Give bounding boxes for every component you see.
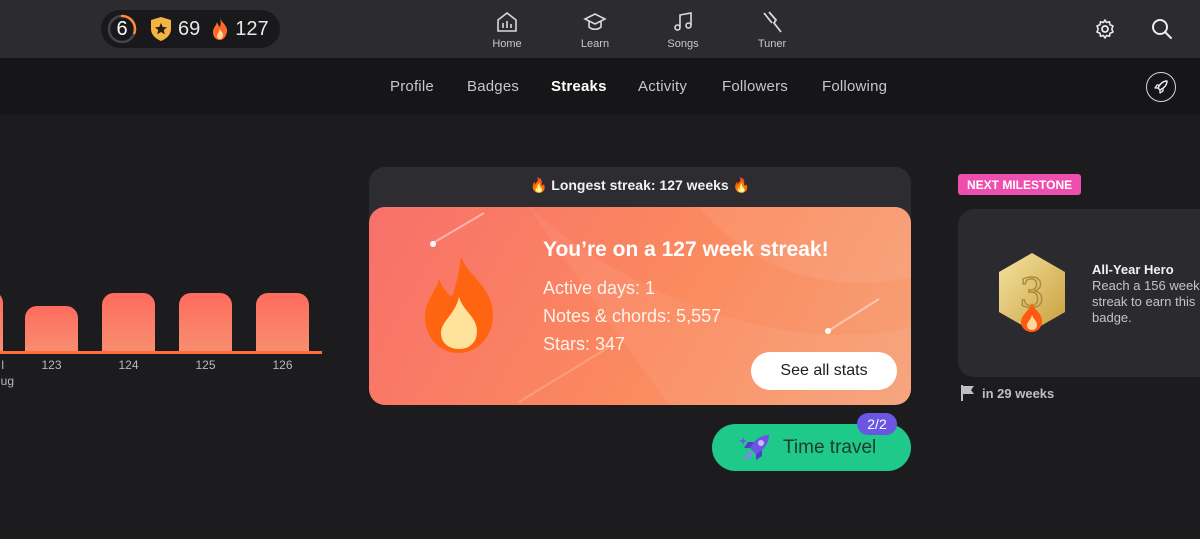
current-streak-panel: You’re on a 127 week streak! Active days… — [369, 207, 911, 405]
streak-count: 127 — [235, 17, 269, 40]
chart-month-partial: ug — [0, 374, 14, 388]
badge-shield-icon — [151, 17, 171, 41]
flag-icon — [961, 385, 974, 401]
chart-axis-line — [0, 351, 322, 354]
nav-learn[interactable]: Learn — [565, 10, 625, 50]
chart-tick-124: 124 — [118, 358, 139, 372]
longest-streak-text: Longest streak: 127 weeks — [551, 177, 729, 193]
top-bar: 6 69 127 Home Learn Songs Tuner — [0, 0, 1200, 58]
milestone-title: All-Year Hero — [1092, 262, 1174, 277]
share-button[interactable] — [1146, 72, 1176, 102]
hexagon-badge-icon: 3 — [999, 253, 1065, 332]
milestone-description: Reach a 156 week streak to earn this bad… — [1092, 278, 1200, 325]
streak-flame-icon — [213, 18, 228, 40]
chart-bar-126[interactable] — [256, 293, 309, 351]
tab-following[interactable]: Following — [822, 78, 887, 95]
rocket-share-icon — [1154, 80, 1168, 94]
chart-bar-124[interactable] — [102, 293, 155, 351]
flame-icon-right: 🔥 — [732, 177, 751, 193]
time-travel-count-badge: 2/2 — [857, 413, 897, 435]
tab-followers[interactable]: Followers — [722, 78, 788, 95]
chart-tick-partial: l — [1, 358, 4, 372]
active-days-stat: Active days: 1 — [543, 278, 656, 298]
tab-badges[interactable]: Badges — [467, 78, 519, 95]
music-note-icon — [674, 12, 692, 31]
profile-tabs-bar: Profile Badges Streaks Activity Follower… — [0, 58, 1200, 115]
tab-profile[interactable]: Profile — [390, 78, 434, 95]
nav-tuner-label: Tuner — [757, 38, 787, 50]
search-icon[interactable] — [1150, 17, 1174, 41]
level-number: 6 — [116, 17, 128, 40]
milestone-eta: in 29 weeks — [960, 384, 1054, 402]
home-icon — [497, 11, 517, 32]
nav-songs-label: Songs — [667, 38, 699, 50]
nav-tuner[interactable]: Tuner — [742, 10, 802, 50]
tab-streaks[interactable]: Streaks — [551, 78, 607, 95]
longest-streak-header: 🔥 Longest streak: 127 weeks 🔥 — [369, 177, 911, 194]
level-indicator: 6 — [107, 14, 137, 44]
nav-home-label: Home — [492, 38, 522, 50]
chart-tick-125: 125 — [195, 358, 216, 372]
gear-icon[interactable] — [1093, 17, 1117, 41]
nav-home[interactable]: Home — [477, 10, 537, 50]
badges-count: 69 — [178, 17, 201, 40]
tuning-fork-icon — [763, 11, 782, 33]
chart-bar-125[interactable] — [179, 293, 232, 351]
time-travel-label: Time travel — [783, 436, 877, 458]
user-stats-pill[interactable]: 6 69 127 — [101, 10, 280, 48]
chart-tick-126: 126 — [272, 358, 293, 372]
graduation-cap-icon — [583, 13, 607, 31]
chart-tick-123: 123 — [41, 358, 62, 372]
see-all-stats-button[interactable]: See all stats — [751, 352, 897, 390]
stars-stat: Stars: 347 — [543, 334, 626, 354]
rocket-icon — [739, 434, 769, 461]
big-flame-icon — [425, 257, 493, 353]
nav-songs[interactable]: Songs — [653, 10, 713, 50]
nav-learn-label: Learn — [580, 38, 610, 50]
milestone-card[interactable]: 3 All-Year Hero Reach a 156 week streak … — [958, 209, 1200, 377]
streak-card: 🔥 Longest streak: 127 weeks 🔥 You’re on … — [369, 167, 911, 405]
milestone-eta-text: in 29 weeks — [982, 385, 1055, 401]
chart-bar-partial — [0, 291, 3, 351]
chart-bar-123[interactable] — [25, 306, 78, 351]
current-streak-title: You’re on a 127 week streak! — [543, 238, 829, 261]
next-milestone-tag: NEXT MILESTONE — [958, 174, 1082, 195]
tab-activity[interactable]: Activity — [638, 78, 687, 95]
notes-chords-stat: Notes & chords: 5,557 — [543, 306, 722, 326]
flame-icon-left: 🔥 — [529, 177, 548, 193]
